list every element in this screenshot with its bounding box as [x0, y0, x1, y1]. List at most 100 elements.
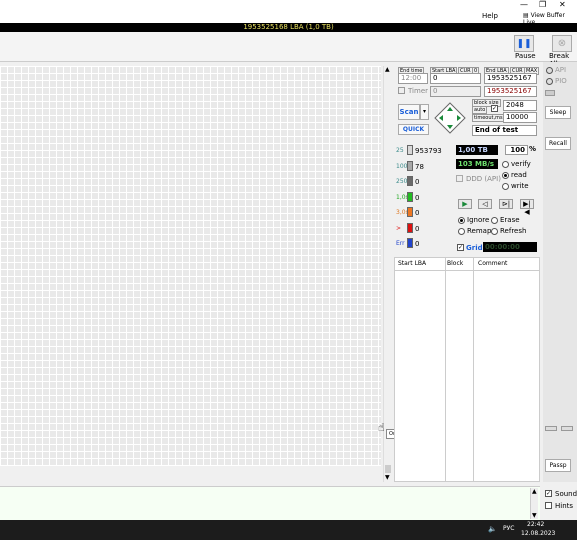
minimize-icon[interactable]: —	[520, 0, 528, 9]
stat-color-swatch	[407, 176, 413, 186]
stat-count: 78	[415, 163, 424, 171]
api-radio[interactable]	[546, 67, 553, 74]
small-toggle-left[interactable]	[545, 426, 557, 431]
scroll-up-icon[interactable]: ▲	[385, 66, 390, 73]
back-icon: ◁	[482, 200, 488, 208]
timer-input[interactable]: 0	[430, 86, 481, 97]
auto-checkbox[interactable]: ✓	[491, 105, 498, 112]
timer-checkbox[interactable]	[398, 87, 405, 94]
pio-label: PIO	[555, 77, 567, 85]
sound-label: Sound	[555, 490, 577, 498]
end-lba-input[interactable]: 1953525167	[484, 73, 537, 84]
scan-map-grid	[0, 66, 381, 466]
clock-time[interactable]: 22:42	[527, 521, 544, 528]
lba-info-bar: 1953525168 LBA (1,0 TB)	[0, 23, 577, 32]
remap-radio[interactable]	[458, 228, 465, 235]
menu-bar: Help ▤ View Buffer Live	[0, 10, 577, 26]
recall-button[interactable]: Recall	[545, 137, 571, 150]
scroll-thumb[interactable]	[385, 465, 391, 473]
quick-button[interactable]: QUICK	[398, 124, 429, 135]
scan-button[interactable]: Scan	[398, 104, 420, 120]
pause-label: Pause	[515, 52, 536, 60]
stat-count: 0	[415, 209, 420, 217]
scroll-up-icon[interactable]: ▲	[532, 488, 537, 495]
stat-count: 0	[415, 194, 420, 202]
menu-help[interactable]: Help	[482, 12, 498, 20]
end-lba-cur-display: 1953525167	[484, 86, 537, 97]
scroll-down-icon[interactable]: ▼	[385, 474, 390, 481]
pause-button[interactable]: ❚❚	[514, 35, 534, 52]
stat-label: 100	[396, 163, 408, 170]
verify-label: verify	[511, 160, 531, 168]
read-radio[interactable]	[502, 172, 509, 179]
break-all-button[interactable]: ⊗	[552, 35, 572, 52]
stat-color-swatch	[407, 207, 413, 217]
remap-label: Remap	[467, 227, 492, 235]
stat-color-swatch	[407, 145, 413, 155]
windows-taskbar: 🔈 РУС 22:42 12.08.2023	[0, 520, 577, 540]
header-comment[interactable]: Comment	[478, 260, 507, 267]
maximize-icon[interactable]: ❐	[539, 0, 546, 9]
verify-radio[interactable]	[502, 161, 509, 168]
end-of-test-select[interactable]: End of test	[472, 125, 537, 136]
column-divider	[473, 258, 474, 482]
stat-count: 0	[415, 178, 420, 186]
ignore-radio[interactable]	[458, 217, 465, 224]
write-label: write	[511, 182, 529, 190]
ddd-checkbox[interactable]	[456, 175, 463, 182]
stat-count: 0	[415, 225, 420, 233]
direction-pad[interactable]	[434, 102, 466, 134]
header-start-lba[interactable]: Start LBA	[398, 260, 426, 267]
stat-count: 0	[415, 240, 420, 248]
volume-icon[interactable]: 🔈	[488, 525, 497, 533]
header-block[interactable]: Block	[447, 260, 463, 267]
percent-sign: %	[529, 145, 537, 153]
refresh-label: Refresh	[500, 227, 527, 235]
grid-label: Grid	[466, 244, 483, 252]
stat-color-swatch	[407, 192, 413, 202]
erase-radio[interactable]	[491, 217, 498, 224]
direction-diamond-icon	[434, 102, 466, 134]
timer-display: 00:00:00	[483, 242, 537, 252]
timeout-tag: timeout,ms	[472, 114, 505, 122]
sound-checkbox[interactable]: ✓	[545, 490, 552, 497]
close-icon[interactable]: ✕	[559, 0, 566, 9]
end-button[interactable]: ▶|◀	[520, 199, 534, 216]
pio-radio[interactable]	[546, 78, 553, 85]
block-size-select[interactable]: 2048	[503, 100, 537, 111]
sleep-button[interactable]: Sleep	[545, 106, 571, 119]
grid-scrollbar[interactable]: ▲ ▼	[383, 66, 392, 482]
grid-checkbox[interactable]: ✓	[457, 244, 464, 251]
small-toggle-right[interactable]	[561, 426, 573, 431]
header-divider	[394, 270, 540, 271]
passp-button[interactable]: Passp	[545, 459, 571, 472]
write-radio[interactable]	[502, 183, 509, 190]
buffer-icon: ▤	[523, 12, 531, 19]
play-button[interactable]: ▶	[458, 199, 472, 209]
scroll-down-icon[interactable]: ▼	[532, 512, 537, 519]
language-indicator[interactable]: РУС	[503, 525, 514, 532]
size-display: 1,00 TB	[456, 145, 498, 155]
skip-icon: ⊳|	[501, 200, 511, 208]
log-scrollbar[interactable]: ▲ ▼	[530, 488, 538, 519]
stat-color-swatch	[407, 238, 413, 248]
stat-label: >	[396, 225, 402, 232]
back-button[interactable]: ◁	[478, 199, 492, 209]
play-icon: ▶	[462, 200, 468, 208]
timer-label: Timer	[408, 87, 429, 95]
skip-button[interactable]: ⊳|	[499, 199, 513, 209]
clock-date[interactable]: 12.08.2023	[521, 530, 555, 537]
read-label: read	[511, 171, 527, 179]
timeout-select[interactable]: 10000	[503, 112, 537, 123]
refresh-radio[interactable]	[491, 228, 498, 235]
hints-label: Hints	[555, 502, 574, 510]
cursor-icon: ☝	[378, 421, 385, 434]
api-label: API	[555, 66, 567, 74]
start-lba-input[interactable]: 0	[430, 73, 481, 84]
hints-checkbox[interactable]	[545, 502, 552, 509]
end-time-input[interactable]: 12:00	[398, 73, 428, 84]
window-title-bar: — ❐ ✕	[0, 0, 577, 10]
scan-dropdown[interactable]: ▾	[420, 104, 429, 120]
drive-indicator-icon[interactable]	[545, 90, 555, 96]
stat-label: 250	[396, 178, 408, 185]
